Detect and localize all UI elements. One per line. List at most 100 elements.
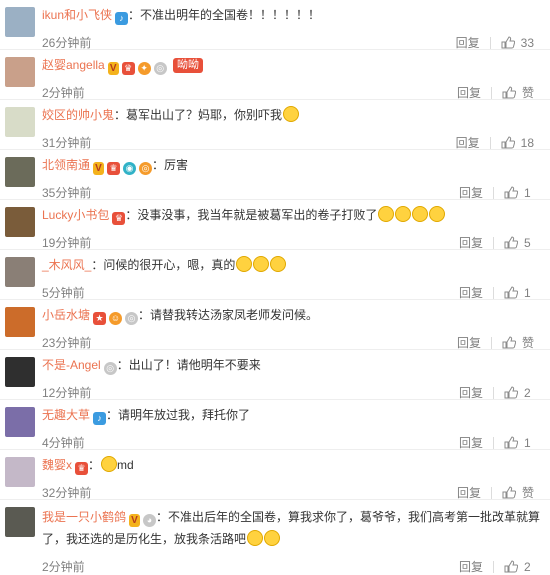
reply-button[interactable]: 回复 — [457, 334, 481, 351]
sticker-tag: 呦呦 — [173, 58, 204, 73]
doge-emoji-icon — [101, 456, 118, 472]
timestamp: 35分钟前 — [42, 186, 92, 200]
panda-icon: ◕ — [143, 514, 157, 527]
avatar[interactable] — [5, 307, 35, 337]
member-icon: ♪ — [93, 412, 107, 425]
reply-button[interactable]: 回复 — [459, 184, 483, 201]
comment-text: ：葛军出山了？妈耶，你别吓我 — [114, 108, 283, 122]
smile-emoji-icon — [236, 256, 253, 272]
smile-emoji-icon — [253, 256, 270, 272]
timestamp: 2分钟前 — [42, 560, 85, 574]
divider — [490, 336, 492, 349]
avatar[interactable] — [5, 507, 35, 537]
crying-emoji-icon — [264, 530, 281, 546]
like-button[interactable]: 赞 — [502, 84, 534, 101]
like-count: 5 — [524, 235, 531, 250]
thumbs-up-icon — [501, 136, 515, 149]
laugh-emoji-icon — [412, 206, 429, 222]
verified-icon: V — [129, 514, 141, 527]
comment-text: md — [117, 458, 134, 472]
avatar[interactable] — [5, 107, 35, 137]
like-button[interactable]: 5 — [504, 236, 534, 250]
verified-icon: V — [107, 62, 119, 75]
username-link[interactable]: 姣区的帅小鬼 — [42, 108, 114, 122]
thumbs-up-icon — [504, 386, 518, 399]
username-link[interactable]: 小岳水塘 — [42, 308, 90, 322]
thumbs-up-icon — [504, 560, 518, 573]
vip-icon: ♛ — [112, 212, 126, 225]
reply-button[interactable]: 回复 — [459, 434, 483, 451]
member-icon: ♪ — [115, 12, 129, 25]
avatar[interactable] — [5, 57, 35, 87]
like-button[interactable]: 2 — [504, 386, 534, 400]
comment-item: Lucky小书包 ♛ ：没事没事，我当年就是被葛军出的卷子打败了 19分钟前 回复 … — [0, 200, 550, 250]
username-link[interactable]: 无趣大草 — [42, 408, 90, 422]
reply-button[interactable]: 回复 — [456, 34, 480, 51]
timestamp: 32分钟前 — [42, 486, 92, 500]
thumbs-up-icon — [502, 86, 516, 99]
comment-text-prefix: ： — [88, 458, 101, 472]
thumbs-up-icon — [504, 436, 518, 449]
like-button[interactable]: 1 — [504, 436, 534, 450]
reply-button[interactable]: 回复 — [459, 384, 483, 401]
avatar[interactable] — [5, 157, 35, 187]
comment-item: 赵婴angella V ♛ ✦ ◎ 呦呦 2分钟前 回复 赞 — [0, 50, 550, 100]
reply-button[interactable]: 回复 — [457, 484, 481, 501]
comment-item: 小岳水塘 ★ ☺ ◎ ：请替我转达汤家凤老师发问候。 23分钟前 回复 赞 — [0, 300, 550, 350]
reply-button[interactable]: 回复 — [457, 84, 481, 101]
avatar[interactable] — [5, 207, 35, 237]
username-link[interactable]: Lucky小书包 — [42, 208, 109, 222]
avatar[interactable] — [5, 357, 35, 387]
divider — [493, 560, 494, 573]
like-count: 1 — [524, 435, 531, 450]
like-button[interactable]: 18 — [501, 136, 534, 150]
verified-icon: V — [93, 162, 105, 175]
like-count: 赞 — [521, 86, 534, 100]
divider — [489, 36, 491, 49]
comment-text: ：请替我转达汤家凤老师发问候。 — [138, 308, 319, 322]
reply-button[interactable]: 回复 — [459, 234, 483, 251]
avatar[interactable] — [5, 457, 35, 487]
like-count: 18 — [520, 135, 534, 150]
divider — [490, 486, 492, 499]
username-link[interactable]: ikun和小飞侠 — [42, 8, 112, 22]
divider — [490, 86, 492, 99]
reply-button[interactable]: 回复 — [459, 284, 483, 301]
like-button[interactable]: 2 — [504, 560, 534, 574]
comment-text: ：厉害 — [152, 158, 189, 172]
comment-text: ：请明年放过我，拜托你了 — [106, 408, 251, 422]
avatar[interactable] — [5, 7, 35, 37]
username-link[interactable]: 不是-Angel — [42, 358, 101, 372]
laugh-emoji-icon — [378, 206, 395, 222]
avatar[interactable] — [5, 257, 35, 287]
gift-icon: ✦ — [137, 62, 151, 75]
scared-emoji-icon — [283, 106, 300, 122]
comment-item: 姣区的帅小鬼：葛军出山了？妈耶，你别吓我 31分钟前 回复 18 — [0, 100, 550, 150]
reply-button[interactable]: 回复 — [456, 134, 480, 151]
like-count: 赞 — [521, 336, 534, 350]
reply-button[interactable]: 回复 — [459, 558, 483, 575]
like-count: 1 — [524, 285, 531, 300]
like-button[interactable]: 赞 — [502, 334, 534, 351]
timestamp: 4分钟前 — [42, 436, 85, 450]
vip-icon: ♛ — [75, 462, 89, 475]
like-button[interactable]: 1 — [504, 186, 534, 200]
username-link[interactable]: 我是一只小鹤鸽 — [42, 510, 126, 524]
like-button[interactable]: 赞 — [502, 484, 534, 501]
divider — [493, 286, 494, 299]
timestamp: 2分钟前 — [42, 86, 85, 100]
username-link[interactable]: 赵婴angella — [42, 58, 105, 72]
comment-item: 无趣大草 ♪ ：请明年放过我，拜托你了 4分钟前 回复 1 — [0, 400, 550, 450]
timestamp: 31分钟前 — [42, 136, 92, 150]
medal-icon: ◎ — [125, 312, 139, 325]
username-link[interactable]: 北领南通 — [42, 158, 90, 172]
vip-icon: ♛ — [107, 162, 121, 175]
username-link[interactable]: _木风风_ — [42, 258, 91, 272]
camera-icon: ◉ — [123, 162, 137, 175]
like-button[interactable]: 33 — [501, 36, 534, 50]
like-count: 2 — [524, 385, 531, 400]
thumbs-up-icon — [504, 286, 518, 299]
like-button[interactable]: 1 — [504, 286, 534, 300]
username-link[interactable]: 魏婴x — [42, 458, 72, 472]
avatar[interactable] — [5, 407, 35, 437]
